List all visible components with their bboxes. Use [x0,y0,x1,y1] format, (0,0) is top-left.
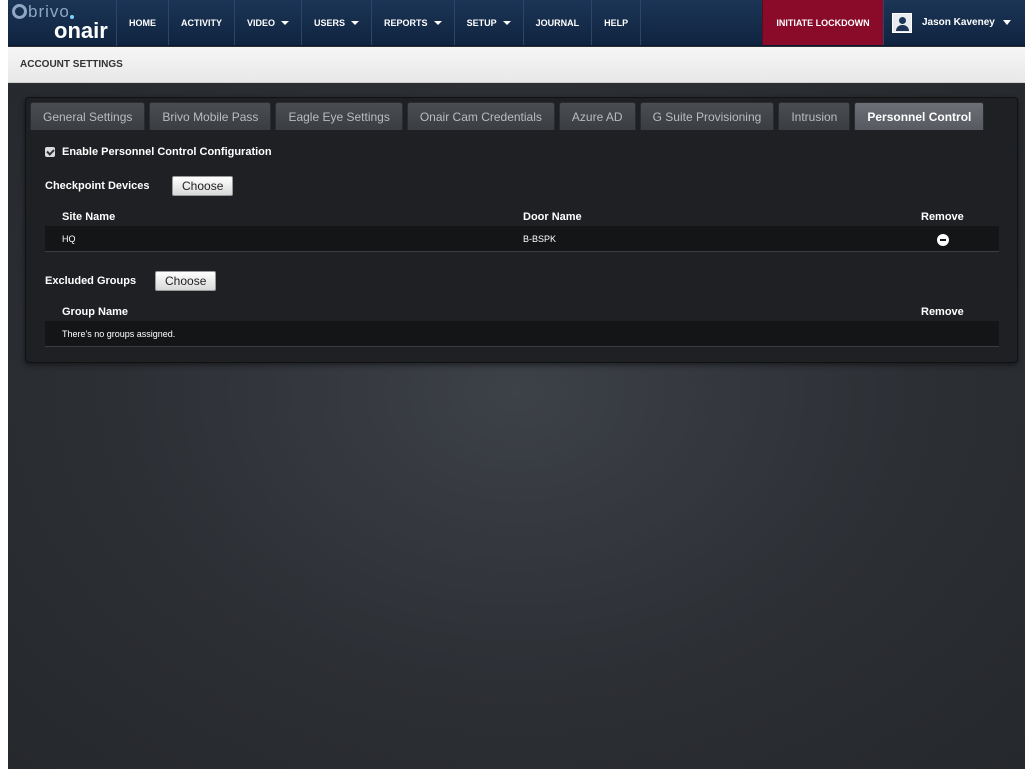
nav-users-label: USERS [314,17,346,28]
enable-personnel-control-checkbox[interactable]: Enable Personnel Control Configuration [45,146,272,158]
chevron-down-icon [1002,20,1011,25]
nav-help[interactable]: HELP [592,0,642,45]
checkpoint-choose-button[interactable]: Choose [172,176,234,196]
column-group-name: Group Name [62,306,129,318]
top-navigation: brivo onair HOME ACTIVITY VIDEO USERS RE… [8,0,1025,46]
page-title: ACCOUNT SETTINGS [20,59,123,70]
row-site-name: HQ [62,234,76,244]
excluded-groups-label: Excluded Groups [45,275,137,287]
page-header: ACCOUNT SETTINGS [8,47,1025,83]
nav-video-label: VIDEO [247,17,276,28]
chevron-down-icon [502,20,511,25]
remove-minus-icon[interactable] [937,234,949,246]
lockdown-label: INITIATE LOCKDOWN [776,17,870,28]
user-name: Jason Kaveney [922,17,995,28]
column-site-name: Site Name [62,211,116,223]
logo-ring-icon [12,4,27,19]
tab-g-suite-provisioning[interactable]: G Suite Provisioning [639,102,775,130]
nav-users[interactable]: USERS [302,0,373,45]
checkpoint-devices-label: Checkpoint Devices [45,180,150,192]
chevron-down-icon [281,20,290,25]
nav-home[interactable]: HOME [117,0,169,45]
checkbox-checked-icon[interactable] [45,147,55,157]
logo-onair-text: onair [54,18,108,43]
nav-setup-label: SETUP [466,17,497,28]
settings-panel: General Settings Brivo Mobile Pass Eagle… [25,97,1018,363]
nav-reports-label: REPORTS [384,17,428,28]
tab-onair-cam-credentials[interactable]: Onair Cam Credentials [406,102,555,130]
row-door-name: B-BSPK [523,234,557,244]
column-door-name: Door Name [523,211,582,223]
enable-personnel-control-label: Enable Personnel Control Configuration [62,146,272,158]
nav-setup[interactable]: SETUP [455,0,524,45]
nav-reports[interactable]: REPORTS [372,0,455,45]
column-remove: Remove [921,306,964,318]
empty-groups-row: There's no groups assigned. [45,321,999,347]
excluded-table-header: Group Name Remove [62,306,1003,320]
column-remove: Remove [921,211,964,223]
brivo-onair-logo[interactable]: brivo onair [8,0,117,46]
content-area: General Settings Brivo Mobile Pass Eagle… [8,84,1025,769]
app-window: brivo onair HOME ACTIVITY VIDEO USERS RE… [8,0,1025,769]
tab-general-settings[interactable]: General Settings [30,102,146,130]
empty-groups-text: There's no groups assigned. [62,329,176,339]
tab-eagle-eye-settings[interactable]: Eagle Eye Settings [275,102,403,130]
table-row: HQ B-BSPK [45,226,999,252]
nav-home-label: HOME [129,17,156,28]
nav-journal-label: JOURNAL [535,17,580,28]
chevron-down-icon [351,20,360,25]
nav-activity-label: ACTIVITY [181,17,223,28]
nav-activity[interactable]: ACTIVITY [169,0,236,45]
nav-journal[interactable]: JOURNAL [524,0,593,45]
settings-tabs: General Settings Brivo Mobile Pass Eagle… [30,102,985,130]
tab-brivo-mobile-pass[interactable]: Brivo Mobile Pass [149,102,272,130]
checkpoint-table-header: Site Name Door Name Remove [62,211,1003,225]
initiate-lockdown-button[interactable]: INITIATE LOCKDOWN [762,0,883,45]
tab-intrusion[interactable]: Intrusion [778,102,851,130]
chevron-down-icon [433,20,442,25]
nav-help-label: HELP [604,17,629,28]
user-menu[interactable]: Jason Kaveney [883,0,1025,45]
tab-azure-ad[interactable]: Azure AD [558,102,636,130]
nav-video[interactable]: VIDEO [235,0,303,45]
excluded-choose-button[interactable]: Choose [155,271,217,291]
tab-personnel-control[interactable]: Personnel Control [854,102,985,130]
user-avatar-icon [892,12,912,33]
